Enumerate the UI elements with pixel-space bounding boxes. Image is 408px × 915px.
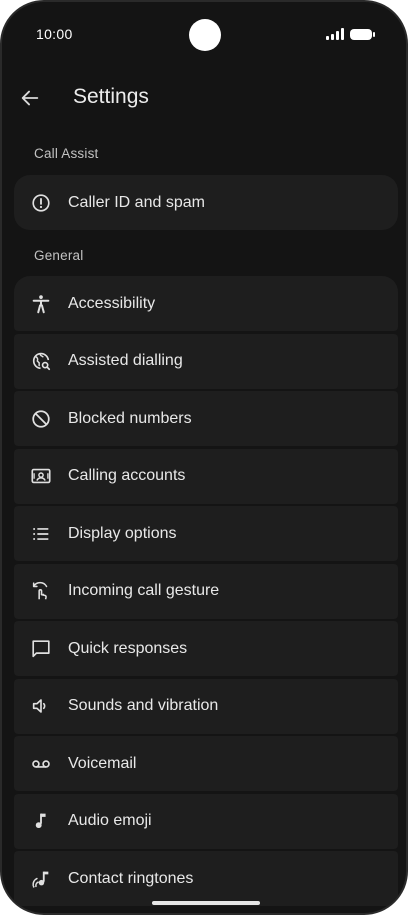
settings-item-voicemail[interactable]: Voicemail — [14, 736, 398, 791]
status-time: 10:00 — [36, 26, 73, 42]
camera-cutout — [189, 19, 221, 51]
block-icon — [28, 406, 54, 432]
settings-item-contact-ringtones[interactable]: Contact ringtones — [14, 851, 398, 906]
settings-item-accessibility[interactable]: Accessibility — [14, 276, 398, 331]
gesture-icon — [28, 578, 54, 604]
phone-frame: 10:00 Settings Call Assist Caller ID and… — [0, 0, 408, 915]
settings-item-label: Incoming call gesture — [68, 582, 220, 599]
settings-item-audio-emoji[interactable]: Audio emoji — [14, 793, 398, 849]
settings-item-incoming-call-gesture[interactable]: Incoming call gesture — [14, 563, 398, 619]
settings-item-label: Accessibility — [68, 294, 156, 312]
page-title: Settings — [73, 85, 149, 108]
settings-item-label: Quick responses — [68, 639, 188, 657]
battery-icon — [350, 28, 375, 40]
ringtone-icon — [28, 866, 54, 892]
voicemail-icon — [28, 751, 54, 777]
settings-item-label: Voicemail — [68, 754, 137, 772]
settings-item-label: Sounds and vibration — [68, 697, 219, 714]
list-icon — [28, 521, 54, 547]
settings-item-calling-accounts[interactable]: Calling accounts — [14, 448, 398, 504]
settings-item-label: Caller ID and spam — [68, 193, 205, 211]
settings-item-label: Blocked numbers — [68, 409, 192, 427]
call-assist-group: Caller ID and spam — [14, 175, 398, 230]
settings-item-blocked-numbers[interactable]: Blocked numbers — [14, 391, 398, 446]
section-header-general: General — [34, 248, 84, 263]
section-header-call-assist: Call Assist — [34, 146, 99, 161]
music-note-icon — [28, 808, 54, 834]
settings-item-caller-id-and-spam[interactable]: Caller ID and spam — [14, 175, 398, 230]
volume-icon — [28, 693, 54, 719]
chat-bubble-icon — [28, 636, 54, 662]
back-button[interactable] — [14, 82, 46, 114]
settings-item-label: Contact ringtones — [68, 869, 194, 887]
info-alert-icon — [28, 190, 54, 216]
status-icons — [326, 28, 375, 40]
signal-icon — [326, 28, 344, 40]
home-indicator[interactable] — [152, 901, 260, 905]
arrow-back-icon — [21, 90, 39, 106]
account-card-icon — [28, 463, 54, 489]
globe-search-icon — [28, 348, 54, 374]
general-group: Accessibility Assisted dialling Blocked … — [14, 276, 398, 906]
settings-item-label: Assisted dialling — [68, 352, 183, 369]
settings-item-label: Calling accounts — [68, 467, 186, 484]
app-bar: Settings — [2, 72, 406, 126]
settings-item-label: Display options — [68, 524, 177, 542]
accessibility-icon — [28, 291, 54, 317]
settings-item-display-options[interactable]: Display options — [14, 506, 398, 561]
settings-item-label: Audio emoji — [68, 812, 152, 829]
settings-item-sounds-and-vibration[interactable]: Sounds and vibration — [14, 678, 398, 734]
settings-item-quick-responses[interactable]: Quick responses — [14, 621, 398, 676]
settings-item-assisted-dialling[interactable]: Assisted dialling — [14, 333, 398, 389]
status-bar: 10:00 — [2, 2, 406, 66]
